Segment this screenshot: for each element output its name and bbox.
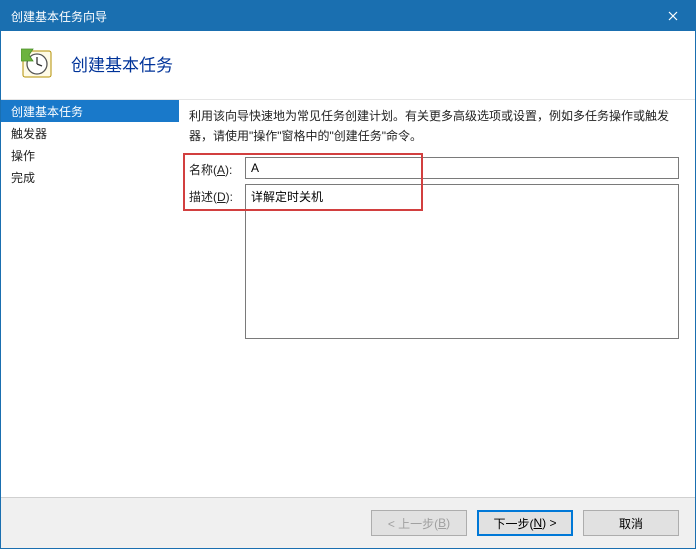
name-row: 名称(A): (189, 157, 679, 179)
sidebar-step-create[interactable]: 创建基本任务 (1, 100, 179, 122)
instruction-text: 利用该向导快速地为常见任务创建计划。有关更多高级选项或设置，例如多任务操作或触发… (189, 106, 679, 147)
name-input[interactable] (245, 157, 679, 179)
name-label: 名称(A): (189, 157, 245, 178)
wizard-footer: < 上一步(B) 下一步(N) > 取消 (1, 497, 695, 548)
sidebar-step-action[interactable]: 操作 (1, 144, 179, 166)
wizard-window: 创建基本任务向导 创建基本任务 创建基本任务 触发器 操作 完成 利用该向导快速… (0, 0, 696, 549)
description-row: 描述(D): (189, 184, 679, 339)
close-button[interactable] (650, 1, 695, 31)
wizard-header: 创建基本任务 (1, 31, 695, 100)
titlebar: 创建基本任务向导 (1, 1, 695, 31)
description-input[interactable] (245, 184, 679, 339)
page-title: 创建基本任务 (71, 51, 173, 76)
close-icon (668, 11, 678, 21)
form-area: 名称(A): 描述(D): (189, 157, 679, 344)
cancel-button[interactable]: 取消 (583, 510, 679, 536)
main-panel: 利用该向导快速地为常见任务创建计划。有关更多高级选项或设置，例如多任务操作或触发… (179, 100, 695, 497)
sidebar-step-finish[interactable]: 完成 (1, 166, 179, 188)
task-clock-icon (21, 45, 57, 81)
next-button[interactable]: 下一步(N) > (477, 510, 573, 536)
back-button: < 上一步(B) (371, 510, 467, 536)
description-label: 描述(D): (189, 184, 245, 205)
sidebar-step-trigger[interactable]: 触发器 (1, 122, 179, 144)
sidebar: 创建基本任务 触发器 操作 完成 (1, 100, 179, 497)
titlebar-text: 创建基本任务向导 (11, 8, 650, 25)
wizard-body: 创建基本任务 触发器 操作 完成 利用该向导快速地为常见任务创建计划。有关更多高… (1, 100, 695, 497)
